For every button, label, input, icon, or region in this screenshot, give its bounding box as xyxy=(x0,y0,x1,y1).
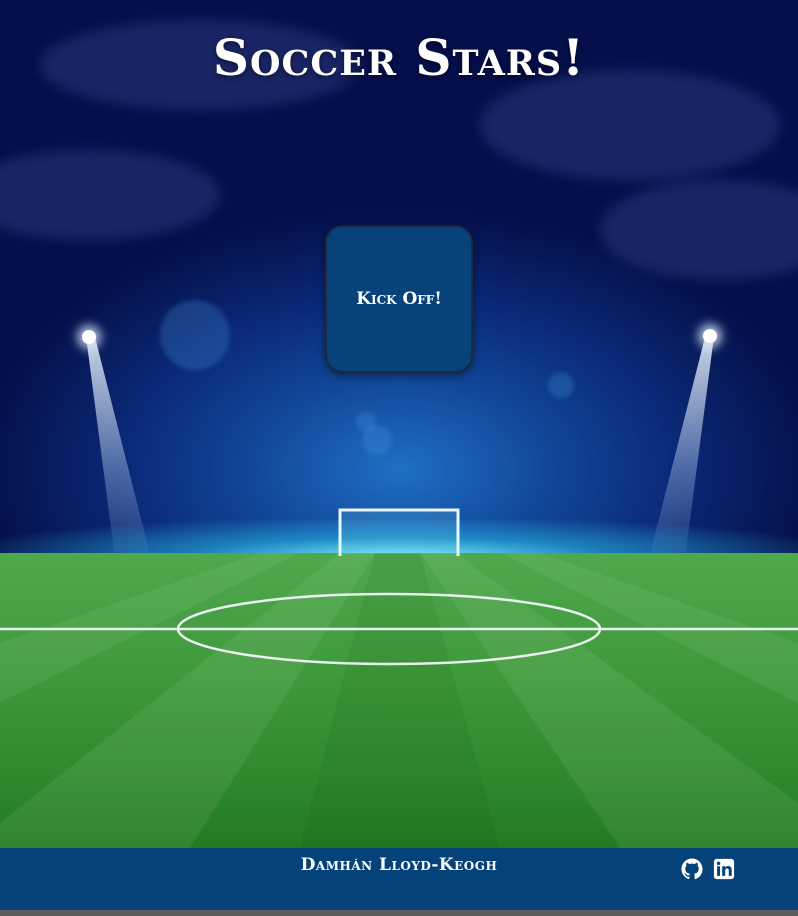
game-title: Soccer Stars! xyxy=(212,28,586,87)
github-icon[interactable] xyxy=(681,858,703,880)
game-scene: Soccer Stars! Kick Off! xyxy=(0,0,798,848)
goal xyxy=(338,508,460,556)
linkedin-icon[interactable] xyxy=(713,858,735,880)
author-name: Damhán Lloyd-Keogh xyxy=(300,855,498,875)
kick-off-button[interactable]: Kick Off! xyxy=(325,225,473,373)
window-bottom-edge xyxy=(0,910,798,916)
goal-net xyxy=(340,510,458,554)
